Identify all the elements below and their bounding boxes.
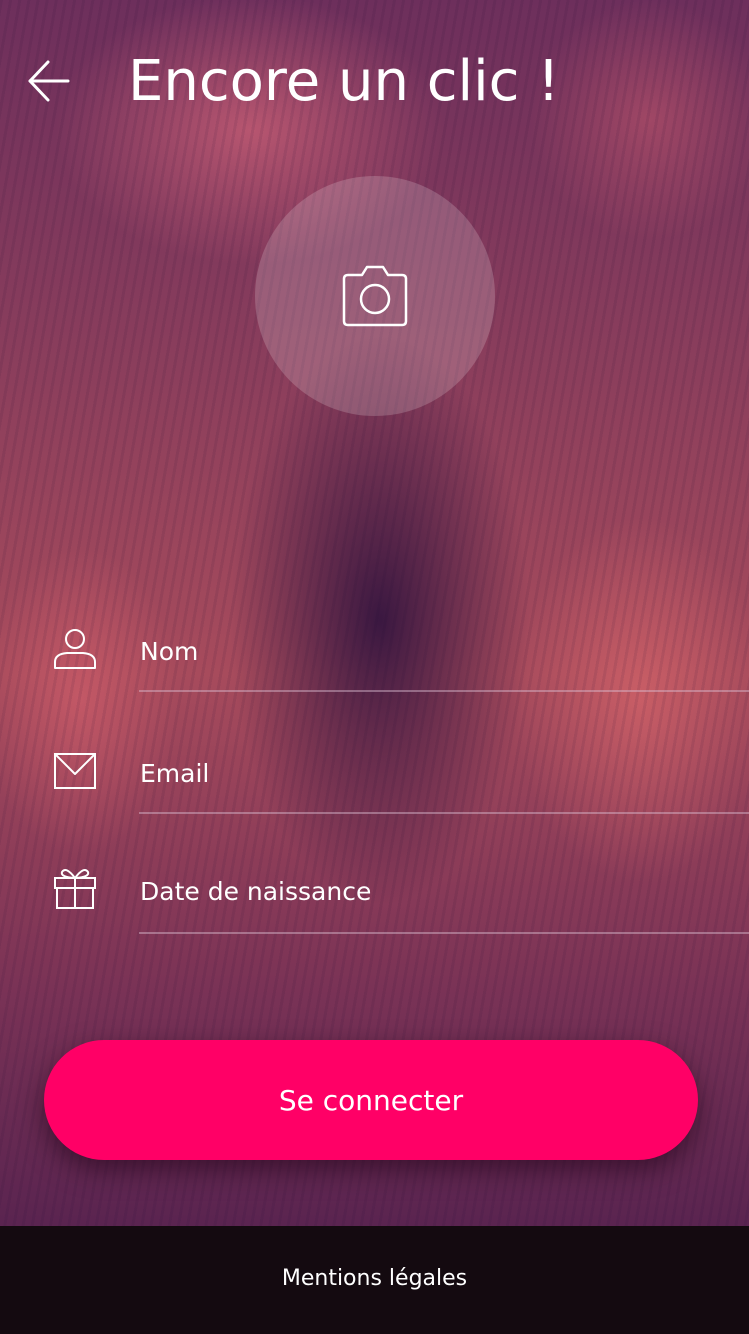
gift-icon (54, 869, 96, 909)
envelope-icon (54, 753, 96, 789)
email-input[interactable] (140, 756, 749, 790)
signup-screen: Encore un clic ! Se co (0, 0, 749, 1334)
camera-icon (342, 265, 408, 327)
email-field-row (0, 734, 749, 856)
name-input[interactable] (140, 634, 749, 668)
name-field-row (0, 612, 749, 734)
connect-button[interactable]: Se connecter (44, 1040, 698, 1160)
birthdate-input[interactable] (140, 874, 749, 908)
page-title: Encore un clic ! (128, 49, 560, 114)
add-photo-button[interactable] (255, 176, 495, 416)
birthdate-field-row (0, 854, 749, 976)
back-button[interactable] (26, 58, 72, 104)
name-underline (139, 690, 749, 692)
legal-notice-link[interactable]: Mentions légales (0, 1266, 749, 1291)
email-underline (139, 812, 749, 814)
user-icon (54, 629, 96, 669)
arrow-left-icon (28, 60, 70, 102)
footer-bar: Mentions légales (0, 1226, 749, 1334)
birthdate-underline (139, 932, 749, 934)
